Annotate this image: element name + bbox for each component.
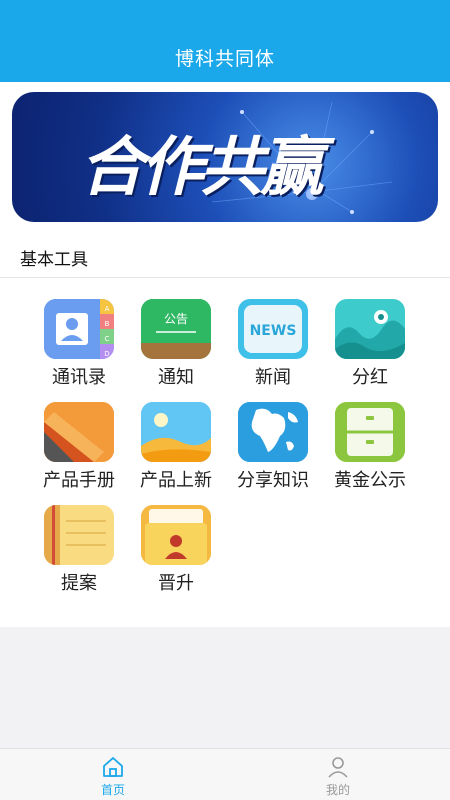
tab-home[interactable]: 首页 <box>73 749 153 800</box>
bottom-tab-bar: 首页 我的 <box>0 748 450 800</box>
banner-slogan: 合作共赢 <box>80 130 324 205</box>
tool-new-product[interactable]: 产品上新 <box>127 402 225 498</box>
new-product-icon <box>141 402 211 462</box>
tool-product-manual[interactable]: 产品手册 <box>30 402 128 498</box>
tab-mine-label: 我的 <box>325 783 350 797</box>
tool-gold-publicity[interactable]: 黄金公示 <box>321 402 419 498</box>
tool-contacts[interactable]: A B C D 通讯录 <box>30 299 128 395</box>
manual-icon <box>44 402 114 462</box>
dividend-icon <box>335 299 405 359</box>
tool-promotion[interactable]: 晋升 <box>127 505 225 601</box>
id-card-icon <box>141 505 211 565</box>
notebook-icon <box>44 505 114 565</box>
tool-label: 黄金公示 <box>334 470 406 491</box>
tool-share-knowledge[interactable]: 分享知识 <box>224 402 322 498</box>
notice-board-icon: 公告 <box>141 299 211 359</box>
cabinet-icon <box>335 402 405 462</box>
promo-banner[interactable]: 合作共赢 <box>12 92 438 222</box>
tab-mine[interactable]: 我的 <box>298 749 378 800</box>
tool-label: 分红 <box>352 367 388 388</box>
globe-icon <box>238 402 308 462</box>
news-icon: NEWS <box>238 299 308 359</box>
tool-dividend[interactable]: 分红 <box>321 299 419 395</box>
notice-icon-text: 公告 <box>164 312 188 326</box>
tab-home-label: 首页 <box>100 783 125 797</box>
tool-news[interactable]: NEWS 新闻 <box>224 299 322 395</box>
tools-section-title: 基本工具 <box>20 250 88 270</box>
home-icon <box>103 757 123 777</box>
news-icon-text: NEWS <box>250 323 297 339</box>
contacts-letter-a: A <box>105 305 110 313</box>
contacts-icon: A B C D <box>44 299 114 359</box>
tool-notice[interactable]: 公告 通知 <box>127 299 225 395</box>
banner-section: 合作共赢 <box>0 82 450 232</box>
tools-section: 基本工具 A B C D 通讯录 公告 通知 NEWS 新闻 分红 产品手册 产… <box>0 232 450 627</box>
contacts-letter-b: B <box>105 320 110 328</box>
user-icon <box>328 757 348 778</box>
tools-section-header: 基本工具 <box>0 232 450 278</box>
page-title: 博科共同体 <box>174 48 275 70</box>
contacts-letter-c: C <box>105 335 110 343</box>
tool-proposal[interactable]: 提案 <box>30 505 128 601</box>
app-header: 博科共同体 <box>0 0 450 82</box>
tool-label: 晋升 <box>158 573 194 594</box>
contacts-letter-d: D <box>104 350 109 358</box>
